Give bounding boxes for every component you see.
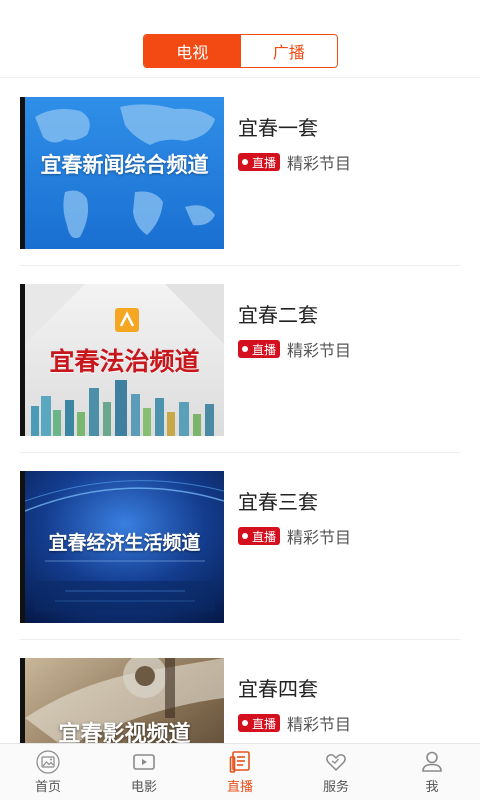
- tab-movie[interactable]: 电影: [96, 744, 192, 800]
- program-name: 精彩节目: [287, 715, 352, 734]
- channel-status-row: 直播 精彩节目: [238, 524, 351, 548]
- live-badge: 直播: [238, 153, 281, 171]
- heart-icon: [326, 754, 346, 772]
- tab-label: 首页: [34, 780, 61, 795]
- channel-name: 宜春一套: [238, 116, 318, 140]
- channel-status-row: 直播 精彩节目: [238, 337, 351, 361]
- program-name: 精彩节目: [287, 154, 352, 173]
- channel-list: 宜春新闻综合频道 宜春一套 直播 精彩节目 宜春法治频道 宜春二套 直播 精彩节…: [0, 79, 480, 743]
- live-badge: 直播: [238, 527, 281, 545]
- thumbnail-caption: 宜春新闻综合频道: [40, 153, 209, 177]
- live-dot-icon: [242, 720, 248, 726]
- tab-label: 电影: [130, 780, 157, 795]
- top-bar: 电视 广播: [0, 0, 480, 78]
- bottom-tab-bar: 首页 电影 直播 服务 我: [0, 743, 480, 800]
- thumbnail-caption: 宜春影视频道: [58, 722, 191, 743]
- person-icon: [422, 751, 442, 772]
- tab-label: 直播: [226, 780, 253, 795]
- program-name: 精彩节目: [287, 341, 352, 360]
- thumbnail-caption: 宜春法治频道: [49, 347, 200, 376]
- live-dot-icon: [242, 533, 248, 539]
- thumbnail-caption: 宜春经济生活频道: [48, 532, 201, 554]
- channel-item[interactable]: 宜春经济生活频道 宜春三套 直播 精彩节目: [0, 453, 480, 640]
- channel-thumbnail[interactable]: 宜春影视频道: [20, 658, 224, 743]
- tv-radio-segmented-control: 电视 广播: [143, 34, 338, 68]
- live-badge-label: 直播: [252, 342, 277, 357]
- live-badge-label: 直播: [252, 716, 277, 731]
- channel-status-row: 直播 精彩节目: [238, 711, 351, 735]
- tab-radio[interactable]: 广播: [240, 35, 337, 67]
- live-badge-label: 直播: [252, 529, 277, 544]
- program-name: 精彩节目: [287, 528, 352, 547]
- live-tv-icon: [229, 751, 250, 773]
- channel-status-row: 直播 精彩节目: [238, 150, 351, 174]
- channel-name: 宜春二套: [238, 303, 318, 327]
- tab-home[interactable]: 首页: [0, 744, 96, 800]
- channel-item[interactable]: 宜春影视频道 宜春四套 直播 精彩节目: [0, 640, 480, 743]
- channel-name: 宜春三套: [238, 490, 318, 514]
- channel-name: 宜春四套: [238, 677, 318, 701]
- tab-label: 服务: [322, 780, 349, 795]
- tab-service[interactable]: 服务: [288, 744, 384, 800]
- tab-tv[interactable]: 电视: [144, 35, 241, 67]
- channel-item[interactable]: 宜春法治频道 宜春二套 直播 精彩节目: [0, 266, 480, 453]
- channel-thumbnail[interactable]: 宜春新闻综合频道: [20, 97, 224, 249]
- channel-thumbnail[interactable]: 宜春法治频道: [20, 284, 224, 436]
- live-badge-label: 直播: [252, 155, 277, 170]
- live-dot-icon: [242, 346, 248, 352]
- tab-me[interactable]: 我: [384, 744, 480, 800]
- channel-item[interactable]: 宜春新闻综合频道 宜春一套 直播 精彩节目: [0, 79, 480, 266]
- tab-label: 我: [425, 780, 439, 795]
- tab-live[interactable]: 直播: [192, 744, 288, 800]
- live-dot-icon: [242, 159, 248, 165]
- live-badge: 直播: [238, 340, 281, 358]
- channel-thumbnail[interactable]: 宜春经济生活频道: [20, 471, 224, 623]
- live-badge: 直播: [238, 714, 281, 732]
- play-icon: [133, 754, 155, 770]
- image-icon: [36, 750, 60, 774]
